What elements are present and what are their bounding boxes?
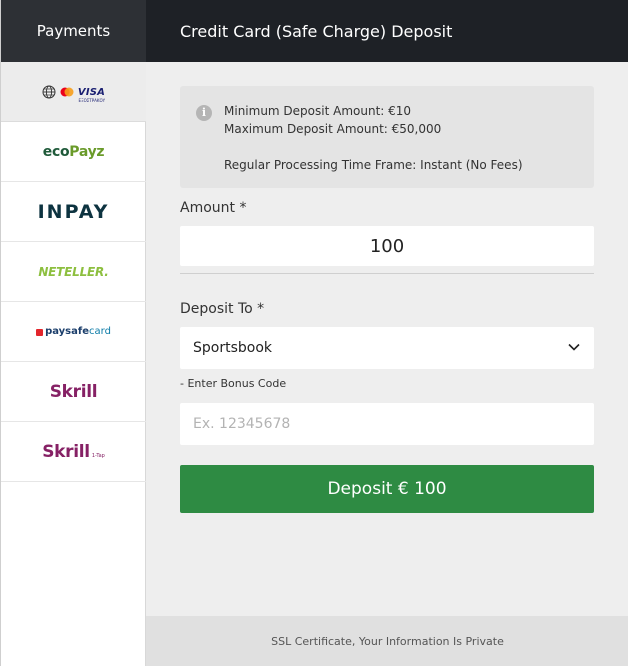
deposit-panel: i Minimum Deposit Amount: €10 Maximum De… [146,62,628,666]
deposit-to-value: Sportsbook [193,340,273,356]
sidebar-item-skrill-1tap[interactable]: Skrill 1-Tap [1,422,146,482]
deposit-title: Credit Card (Safe Charge) Deposit [180,21,453,41]
ecopayz-label-payz: Payz [69,143,105,160]
amount-input[interactable] [180,226,594,266]
skrill-logo: Skrill [49,381,98,402]
payments-header: Payments [1,0,146,62]
bonus-code-input[interactable] [180,403,594,445]
amount-label: Amount * [180,200,247,216]
skrill-1tap-logo: Skrill 1-Tap [42,442,105,462]
paysafecard-label-card: card [89,326,111,337]
inpay-logo: INPAY [37,200,110,223]
amount-divider [180,273,594,274]
mastercard-icon [60,87,74,96]
neteller-logo: NETELLER. [38,264,109,279]
ecopayz-logo: ecoPayz [43,144,105,160]
sidebar-item-neteller[interactable]: NETELLER. [1,242,146,302]
payments-title: Payments [36,22,111,40]
deposit-header: Credit Card (Safe Charge) Deposit [146,0,628,62]
lock-icon [36,329,44,336]
sidebar-item-paysafecard[interactable]: paysafecard [1,302,146,362]
visa-mastercard-logo: VISA ΕΞΟΣΤΡΑΚΟΥ [42,80,105,103]
skrill-1tap-label: Skrill [42,441,90,462]
paysafecard-label-paysafe: paysafe [45,326,90,337]
max-deposit-text: Maximum Deposit Amount: €50,000 [224,122,442,136]
ecopayz-label-eco: eco [42,143,70,160]
sidebar-item-skrill[interactable]: Skrill [1,362,146,422]
ssl-footer-text: SSL Certificate, Your Information Is Pri… [271,634,504,648]
info-icon: i [196,105,212,121]
sidebar-item-inpay[interactable]: INPAY [1,182,146,242]
bonus-code-label: - Enter Bonus Code [180,377,287,390]
chevron-down-icon [568,343,580,351]
deposit-button[interactable]: Deposit € 100 [180,465,594,513]
sidebar-item-ecopayz[interactable]: ecoPayz [1,122,146,182]
ssl-footer: SSL Certificate, Your Information Is Pri… [146,616,628,666]
globe-icon [42,85,56,98]
deposit-window: Payments Credit Card (Safe Charge) Depos… [0,0,628,666]
visa-label: VISA [77,87,106,98]
visa-sublabel: ΕΞΟΣΤΡΑΚΟΥ [78,98,106,103]
min-deposit-text: Minimum Deposit Amount: €10 [224,104,412,118]
deposit-info-box: i Minimum Deposit Amount: €10 Maximum De… [180,86,594,188]
skrill-1tap-sublabel: 1-Tap [91,452,105,459]
payment-methods-sidebar: VISA ΕΞΟΣΤΡΑΚΟΥ ecoPayz INPAY NETELLER. … [1,62,146,666]
sidebar-item-visa[interactable]: VISA ΕΞΟΣΤΡΑΚΟΥ [1,62,146,122]
paysafecard-logo: paysafecard [36,326,111,337]
deposit-to-select[interactable]: Sportsbook [180,327,594,369]
deposit-to-label: Deposit To * [180,301,265,317]
processing-time-text: Regular Processing Time Frame: Instant (… [224,158,523,172]
